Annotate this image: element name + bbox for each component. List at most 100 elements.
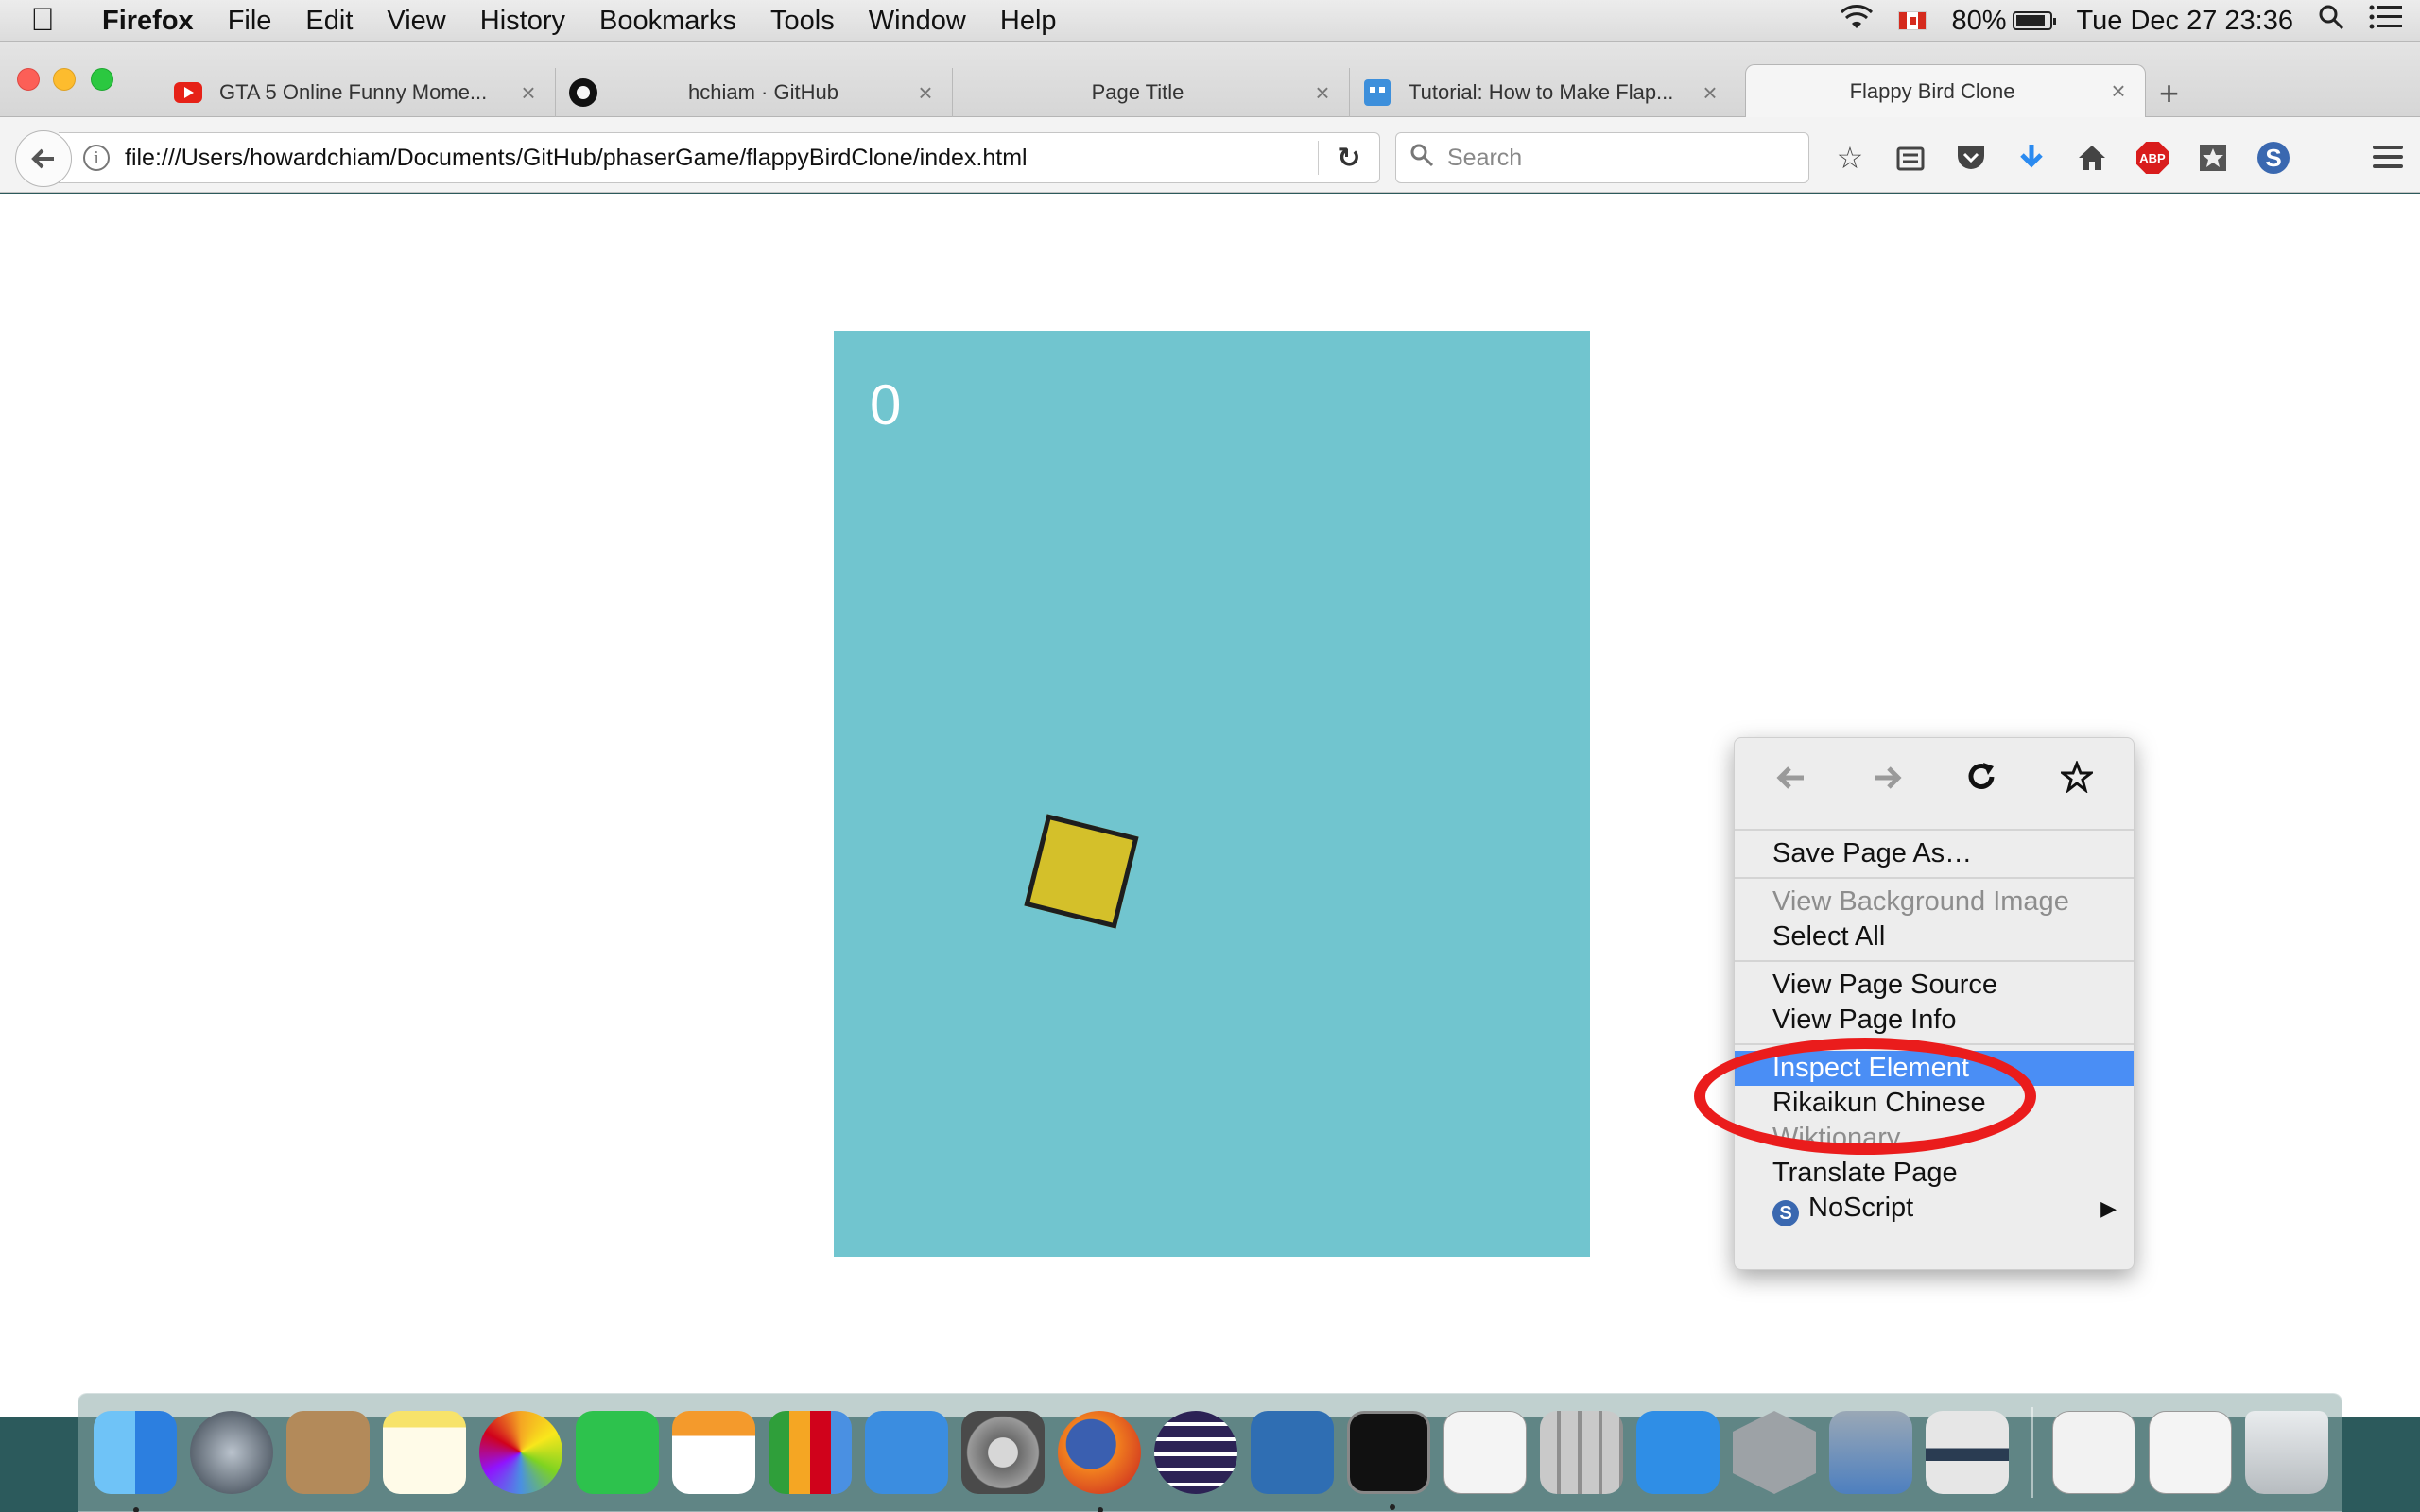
menu-tools[interactable]: Tools	[753, 0, 852, 42]
home-icon[interactable]	[2066, 132, 2118, 183]
clock[interactable]: Tue Dec 27 23:36	[2077, 6, 2293, 37]
context-forward-icon[interactable]	[1871, 761, 1903, 800]
tab-title: Tutorial: How to Make Flap...	[1409, 80, 1674, 104]
context-menu-nav-row	[1735, 738, 2134, 823]
bookmark-star-icon[interactable]: ☆	[1824, 132, 1876, 183]
window-minimize-button[interactable]	[53, 68, 76, 91]
submenu-arrow-icon: ▶	[2100, 1196, 2117, 1220]
input-source-flag-icon[interactable]	[1898, 11, 1927, 30]
adblock-plus-icon[interactable]: ABP	[2127, 132, 2178, 183]
menu-item-view-page-source[interactable]: View Page Source	[1735, 968, 2134, 1003]
macos-dock	[78, 1393, 2342, 1512]
noscript-icon: S	[1772, 1200, 1799, 1226]
url-text[interactable]: file:///Users/howardchiam/Documents/GitH…	[125, 145, 1318, 172]
photos-icon[interactable]	[479, 1411, 562, 1494]
context-reload-icon[interactable]	[1965, 761, 1997, 801]
site-info-icon[interactable]: i	[83, 145, 110, 171]
menu-bookmarks[interactable]: Bookmarks	[582, 0, 753, 42]
pages-icon[interactable]	[672, 1411, 755, 1494]
tab-gta5[interactable]: GTA 5 Online Funny Mome... ×	[161, 68, 556, 117]
hamburger-menu-icon[interactable]	[2373, 146, 2403, 174]
virtualbox-icon[interactable]	[1251, 1411, 1334, 1494]
keynote-icon[interactable]	[865, 1411, 948, 1494]
apple-menu-icon[interactable]: 	[0, 2, 85, 39]
back-button[interactable]	[15, 130, 72, 187]
window-close-button[interactable]	[17, 68, 40, 91]
launchpad-icon[interactable]	[190, 1411, 273, 1494]
reload-icon[interactable]: ↻	[1319, 142, 1379, 175]
tab-title: hchiam · GitHub	[688, 80, 838, 104]
facetime-icon[interactable]	[576, 1411, 659, 1494]
trash-icon[interactable]	[2245, 1411, 2328, 1494]
menu-item-view-background-image: View Background Image	[1772, 886, 2069, 917]
calculator-icon[interactable]	[1540, 1411, 1623, 1494]
tab-close-icon[interactable]: ×	[1309, 78, 1336, 108]
tab-page-title[interactable]: Page Title ×	[953, 68, 1350, 117]
utility-app-icon[interactable]	[1926, 1411, 2009, 1494]
firefox-download-icon[interactable]	[2149, 1411, 2232, 1494]
downloads-icon[interactable]	[2006, 132, 2057, 183]
battery-percent: 80%	[1951, 5, 2007, 36]
menu-app-firefox[interactable]: Firefox	[85, 0, 211, 42]
github-icon	[569, 78, 597, 107]
finder-icon[interactable]	[94, 1411, 177, 1512]
dock-separator	[2031, 1407, 2033, 1498]
battery-icon[interactable]	[2012, 11, 2056, 30]
menu-edit[interactable]: Edit	[288, 0, 370, 42]
context-back-icon[interactable]	[1775, 761, 1807, 800]
tab-title: Page Title	[1091, 80, 1184, 104]
numbers-icon[interactable]	[769, 1411, 852, 1494]
menu-separator	[1735, 1043, 2134, 1045]
preview-document-icon[interactable]	[2052, 1411, 2135, 1494]
textedit-icon[interactable]	[1443, 1411, 1527, 1494]
firefox-icon[interactable]	[1058, 1411, 1141, 1512]
menu-item-save-page-as[interactable]: Save Page As…	[1735, 836, 2134, 871]
menu-help[interactable]: Help	[983, 0, 1074, 42]
notes-icon[interactable]	[383, 1411, 466, 1494]
network-utility-icon[interactable]	[1829, 1411, 1912, 1494]
game-canvas[interactable]: 0	[834, 331, 1590, 1257]
menu-item-inspect-element[interactable]: Inspect Element	[1735, 1051, 2134, 1086]
search-input[interactable]: Search	[1395, 132, 1809, 183]
toolbar-icons: ☆ ABP S	[1824, 132, 2308, 183]
tab-flappy-bird-clone[interactable]: Flappy Bird Clone ×	[1745, 64, 2146, 117]
menu-item-translate-page[interactable]: Translate Page	[1735, 1156, 2134, 1191]
new-tab-button[interactable]: +	[2159, 77, 2179, 111]
tab-close-icon[interactable]: ×	[912, 78, 939, 108]
menu-file[interactable]: File	[211, 0, 289, 42]
wifi-icon[interactable]	[1840, 4, 1874, 38]
extension-star-icon[interactable]	[2187, 132, 2238, 183]
noscript-icon[interactable]: S	[2248, 132, 2299, 183]
pocket-icon[interactable]	[1945, 132, 1996, 183]
bird-sprite	[1024, 814, 1139, 929]
navigation-toolbar: i file:///Users/howardchiam/Documents/Gi…	[0, 117, 2420, 193]
context-bookmark-star-icon[interactable]	[2058, 759, 2096, 801]
menu-view[interactable]: View	[370, 0, 462, 42]
terminal-icon[interactable]	[1347, 1411, 1430, 1510]
context-menu: Save Page As… View Background Image Sele…	[1734, 737, 2135, 1270]
xcode-icon[interactable]	[1636, 1411, 1720, 1494]
menu-history[interactable]: History	[463, 0, 582, 42]
menu-item-rikaikun[interactable]: Rikaikun Chinese	[1735, 1086, 2134, 1121]
sequel-pro-icon[interactable]	[1733, 1411, 1816, 1494]
tab-close-icon[interactable]: ×	[1697, 78, 1723, 108]
menu-item-noscript[interactable]: S NoScript ▶	[1735, 1191, 2134, 1226]
menu-window[interactable]: Window	[852, 0, 983, 42]
tab-close-icon[interactable]: ×	[2105, 77, 2132, 106]
contacts-icon[interactable]	[286, 1411, 370, 1494]
macos-menubar:  Firefox File Edit View History Bookmar…	[0, 0, 2420, 42]
url-bar[interactable]: i file:///Users/howardchiam/Documents/Gi…	[59, 132, 1380, 183]
window-zoom-button[interactable]	[91, 68, 113, 91]
menu-item-select-all[interactable]: Select All	[1735, 919, 2134, 954]
eclipse-icon[interactable]	[1154, 1411, 1237, 1494]
tab-strip: GTA 5 Online Funny Mome... × hchiam · Gi…	[0, 42, 2420, 117]
bookmarks-list-icon[interactable]	[1885, 132, 1936, 183]
search-placeholder: Search	[1447, 144, 1523, 171]
tab-github[interactable]: hchiam · GitHub ×	[556, 68, 953, 117]
spotlight-search-icon[interactable]	[2318, 4, 2344, 38]
tab-tutorial[interactable]: Tutorial: How to Make Flap... ×	[1350, 68, 1737, 117]
system-preferences-icon[interactable]	[961, 1411, 1045, 1494]
menu-item-view-page-info[interactable]: View Page Info	[1735, 1003, 2134, 1038]
tab-close-icon[interactable]: ×	[515, 78, 542, 108]
notification-center-icon[interactable]	[2369, 5, 2403, 37]
